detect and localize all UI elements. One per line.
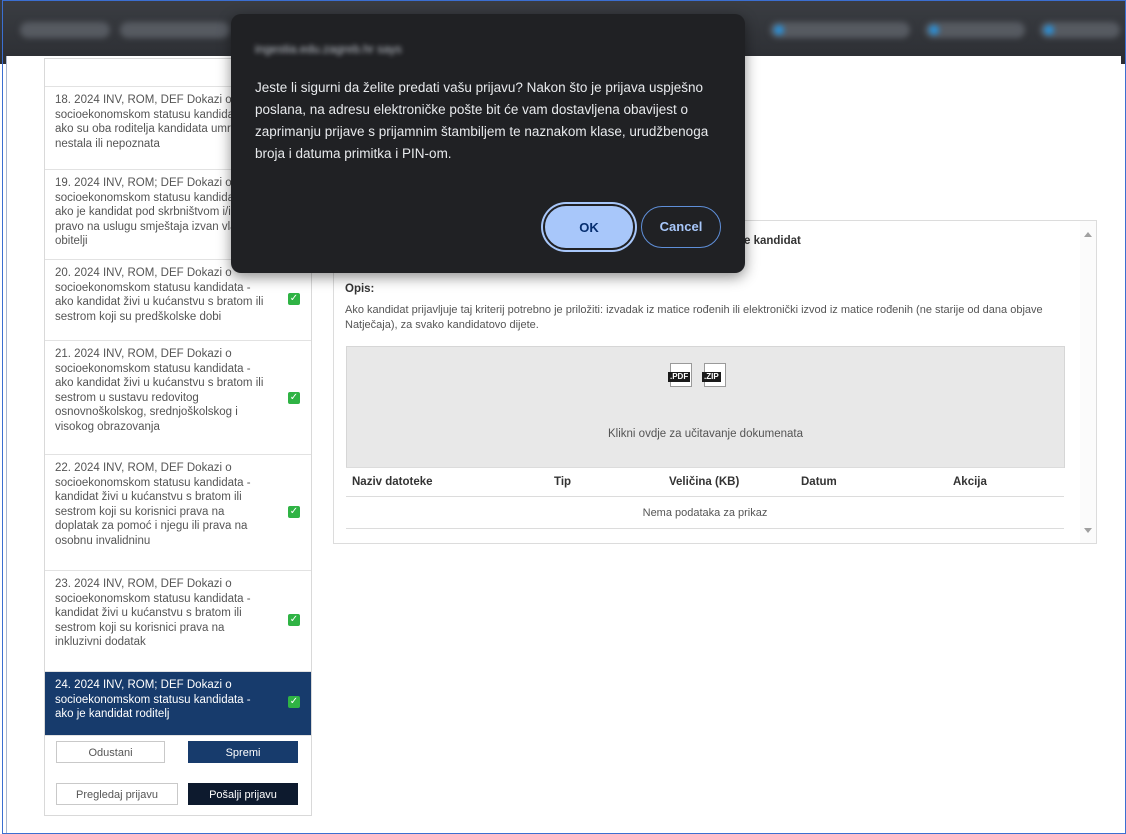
scrollbar[interactable] (1080, 221, 1096, 543)
check-icon: ✓ (288, 614, 300, 626)
preview-application-button[interactable]: Pregledaj prijavu (56, 783, 178, 805)
check-icon: ✓ (288, 696, 300, 708)
pdf-file-icon: .PDF (668, 363, 692, 387)
files-table: Naziv datoteke Tip Veličina (KB) Datum A… (346, 467, 1064, 529)
bookmark-chip (770, 22, 910, 38)
criterion-title: e kandidat (744, 235, 801, 247)
upload-dropzone[interactable]: .PDF .ZIP Klikni ovdje za učitavanje dok… (346, 346, 1065, 468)
list-item-label: 20. 2024 INV, ROM, DEF Dokazi o socioeko… (55, 267, 264, 323)
list-item-label: 24. 2024 INV, ROM; DEF Dokazi o socioeko… (55, 679, 251, 720)
column-header-type: Tip (548, 467, 663, 497)
column-header-date: Datum (795, 467, 947, 497)
column-header-action: Akcija (947, 467, 1064, 497)
check-icon: ✓ (288, 392, 300, 404)
pdf-tag: .PDF (668, 372, 691, 382)
description-label: Opis: (345, 283, 375, 295)
bookmark-chip (925, 22, 1025, 38)
table-row: Nema podataka za prikaz (346, 496, 1064, 529)
scroll-down-arrow-icon[interactable] (1084, 528, 1092, 533)
save-button[interactable]: Spremi (188, 741, 298, 763)
dialog-message: Jeste li sigurni da želite predati vašu … (255, 80, 709, 161)
check-icon: ✓ (288, 293, 300, 305)
list-item[interactable]: 23. 2024 INV, ROM, DEF Dokazi o socioeko… (45, 571, 311, 672)
submit-application-button[interactable]: Pošalji prijavu (188, 783, 298, 805)
list-item-label: 21. 2024 INV, ROM, DEF Dokazi o socioeko… (55, 348, 264, 433)
zip-tag: .ZIP (702, 372, 721, 382)
table-header-row: Naziv datoteke Tip Veličina (KB) Datum A… (346, 467, 1064, 497)
column-header-filename: Naziv datoteke (346, 467, 548, 497)
tab-chip (120, 22, 230, 38)
zip-file-icon: .ZIP (702, 363, 726, 387)
upload-instruction: Klikni ovdje za učitavanje dokumenata (608, 428, 803, 440)
tab-chip (20, 22, 110, 38)
empty-table-message: Nema podataka za prikaz (346, 496, 1064, 529)
cancel-dialog-button[interactable]: Cancel (641, 206, 721, 248)
dialog-origin: ingestia.edu.zagreb.hr says (255, 42, 402, 56)
confirm-dialog: ingestia.edu.zagreb.hr says Jeste li sig… (231, 14, 745, 273)
scroll-up-arrow-icon[interactable] (1084, 232, 1092, 237)
list-item[interactable]: 22. 2024 INV, ROM, DEF Dokazi o socioeko… (45, 455, 311, 571)
ok-button[interactable]: OK (545, 206, 633, 248)
list-item-label: 23. 2024 INV, ROM, DEF Dokazi o socioeko… (55, 578, 251, 648)
bookmark-chip (1040, 22, 1120, 38)
column-header-size: Veličina (KB) (663, 467, 795, 497)
list-item-label: 22. 2024 INV, ROM, DEF Dokazi o socioeko… (55, 462, 251, 547)
list-item-active[interactable]: 24. 2024 INV, ROM; DEF Dokazi o socioeko… (45, 672, 311, 736)
check-icon: ✓ (288, 506, 300, 518)
list-item[interactable]: 21. 2024 INV, ROM, DEF Dokazi o socioeko… (45, 341, 311, 455)
description-text: Ako kandidat prijavljuje taj kriterij po… (345, 304, 1043, 331)
cancel-button[interactable]: Odustani (56, 741, 165, 763)
list-item-label: 18. 2024 INV, ROM, DEF Dokazi o socioeko… (55, 94, 251, 150)
